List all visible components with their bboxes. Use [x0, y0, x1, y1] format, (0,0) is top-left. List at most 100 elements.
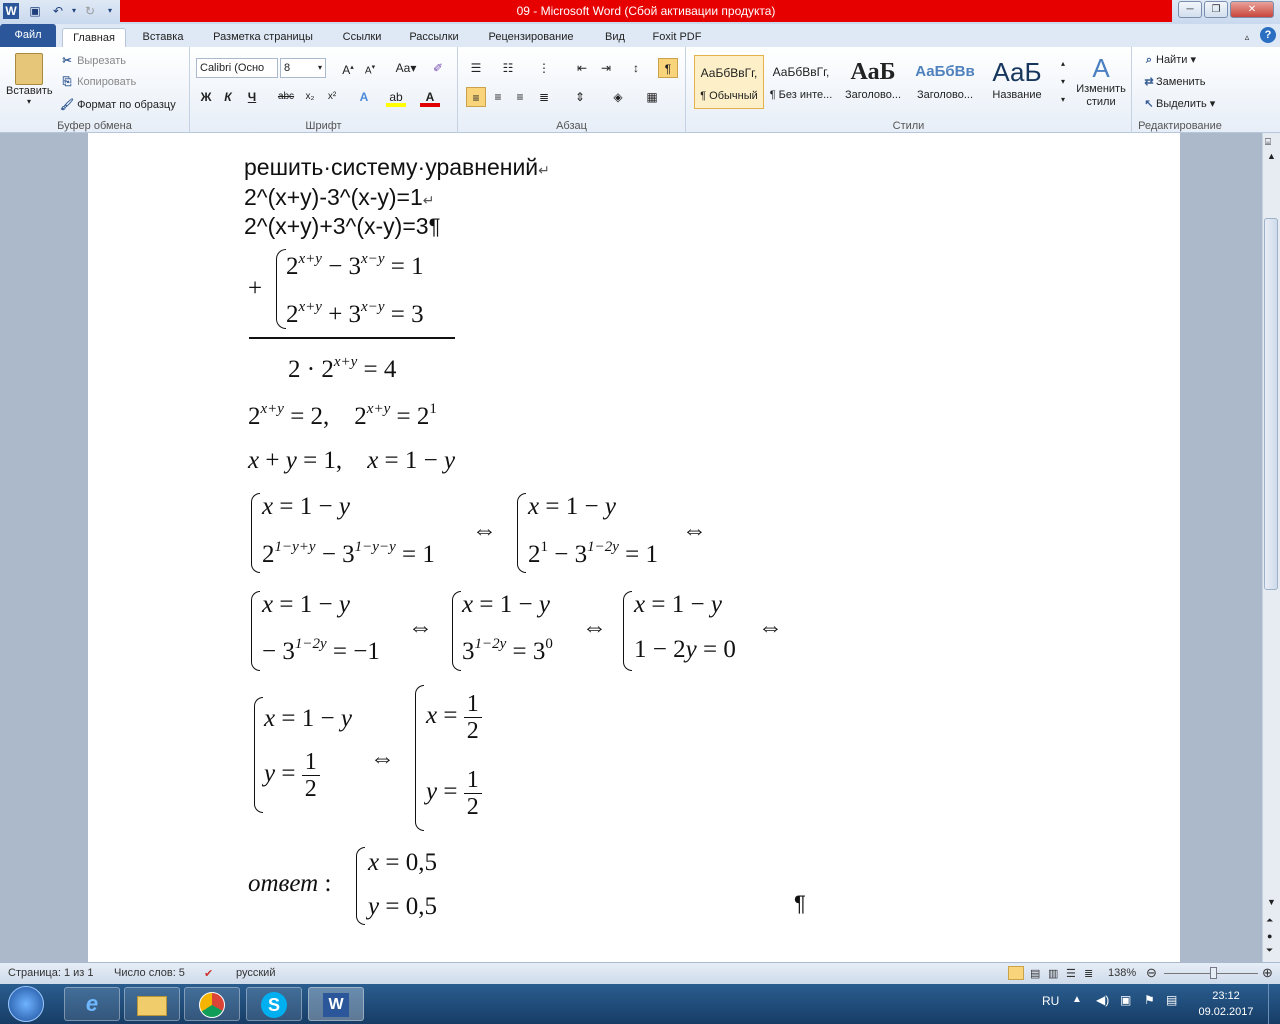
explorer-taskbar-icon[interactable]	[124, 987, 180, 1021]
style-normal[interactable]: АаБбВвГг, ¶ Обычный	[694, 55, 764, 109]
word-icon[interactable]: W	[3, 3, 19, 19]
style-heading-1[interactable]: АаБ Заголово...	[838, 55, 908, 109]
format-painter-button[interactable]: 🖌 Формат по образцу	[60, 98, 176, 111]
collapse-ribbon-icon[interactable]: ▵	[1240, 28, 1254, 47]
prev-page-icon[interactable]: ⏶	[1266, 915, 1273, 926]
find-button[interactable]: ⌕ Найти ▾	[1142, 53, 1196, 67]
document-page[interactable]: решить·систему·уравнений↵ 2^(x+y)-3^(x-y…	[88, 133, 1180, 962]
style-no-spacing[interactable]: АаБбВвГг, ¶ Без инте...	[766, 55, 836, 109]
font-color-icon[interactable]: A	[420, 87, 440, 107]
align-left-icon[interactable]: ≡	[466, 87, 486, 107]
tab-home[interactable]: Главная	[62, 28, 126, 47]
print-layout-icon[interactable]	[1008, 966, 1024, 980]
text-effects-icon[interactable]: A	[354, 87, 374, 107]
language[interactable]: русский	[236, 967, 275, 979]
shading-icon[interactable]: ◈	[608, 87, 628, 107]
style-heading-2[interactable]: АаБбВв Заголово...	[910, 55, 980, 109]
copy-button[interactable]: ⎘ Копировать	[60, 76, 137, 89]
tab-view[interactable]: Вид	[592, 28, 638, 47]
equation-2-text[interactable]: 2^(x+y)+3^(x-y)=3¶	[244, 213, 440, 240]
tab-file[interactable]: Файл	[0, 24, 56, 47]
clear-formatting-icon[interactable]: ✐	[428, 58, 448, 78]
sort-icon[interactable]: ↕	[626, 58, 646, 78]
numbering-icon[interactable]: ☷	[498, 58, 518, 78]
tab-mailings[interactable]: Рассылки	[398, 28, 470, 47]
change-styles-button[interactable]: A Изменить стили	[1074, 53, 1128, 109]
replace-button[interactable]: ⇄ Заменить	[1142, 75, 1205, 88]
clock-date[interactable]: 09.02.2017	[1196, 1006, 1256, 1018]
zoom-slider-thumb[interactable]	[1210, 967, 1217, 979]
font-size-combo[interactable]: 8 ▾	[280, 58, 326, 78]
decrease-indent-icon[interactable]: ⇤	[572, 58, 592, 78]
tab-references[interactable]: Ссылки	[332, 28, 392, 47]
borders-icon[interactable]: ▦	[642, 87, 662, 107]
align-right-icon[interactable]: ≡	[510, 87, 530, 107]
show-hidden-icons-icon[interactable]: ▲	[1072, 994, 1082, 1005]
bullets-icon[interactable]: ☰	[466, 58, 486, 78]
customize-qat-icon[interactable]: ▾	[102, 3, 118, 19]
close-button[interactable]: ✕	[1230, 1, 1274, 18]
action-center-icon[interactable]: ▤	[1166, 993, 1177, 1007]
styles-scroll-icon[interactable]: ▴ ▾ ▾	[1056, 55, 1070, 109]
font-name-combo[interactable]: Calibri (Осно	[196, 58, 278, 78]
select-button[interactable]: ↖ Выделить ▾	[1142, 97, 1215, 110]
highlight-icon[interactable]: ab	[386, 87, 406, 107]
style-title[interactable]: АаБ Название	[982, 55, 1052, 109]
save-icon[interactable]: ▣	[27, 3, 43, 19]
next-page-icon[interactable]: ⏷	[1266, 945, 1273, 956]
change-case-icon[interactable]: Aa▾	[392, 58, 420, 78]
justify-icon[interactable]: ≣	[534, 87, 554, 107]
web-layout-icon[interactable]: ▥	[1048, 967, 1058, 980]
align-center-icon[interactable]: ≡	[488, 87, 508, 107]
volume-icon[interactable]: ◀)	[1096, 993, 1109, 1007]
tab-insert[interactable]: Вставка	[132, 28, 194, 47]
draft-view-icon[interactable]: ≣	[1084, 967, 1093, 980]
network-icon[interactable]: ▣	[1120, 993, 1131, 1007]
underline-icon[interactable]: Ч	[242, 87, 262, 107]
italic-icon[interactable]: К	[218, 87, 238, 107]
flag-icon[interactable]: ⚑	[1144, 993, 1155, 1007]
zoom-in-icon[interactable]: ⊕	[1262, 965, 1273, 981]
superscript-icon[interactable]: x²	[322, 87, 342, 107]
word-taskbar-icon[interactable]: W	[308, 987, 364, 1021]
grow-font-icon[interactable]: A▴	[338, 58, 358, 78]
zoom-level[interactable]: 138%	[1108, 967, 1136, 979]
tab-review[interactable]: Рецензирование	[476, 28, 586, 47]
increase-indent-icon[interactable]: ⇥	[596, 58, 616, 78]
input-language[interactable]: RU	[1042, 994, 1059, 1008]
redo-icon[interactable]: ↻	[82, 3, 98, 19]
undo-dropdown-icon[interactable]: ▾	[66, 3, 82, 19]
undo-icon[interactable]: ↶	[50, 3, 66, 19]
multilevel-list-icon[interactable]: ⋮	[534, 58, 554, 78]
show-marks-icon[interactable]: ¶	[658, 58, 678, 78]
cut-button[interactable]: ✂ Вырезать	[60, 54, 126, 67]
page-count[interactable]: Страница: 1 из 1	[8, 967, 94, 979]
equation-1-text[interactable]: 2^(x+y)-3^(x-y)=1↵	[244, 184, 435, 211]
browse-object-icon[interactable]: ●	[1267, 931, 1272, 941]
scroll-thumb[interactable]	[1264, 218, 1278, 590]
clock-time[interactable]: 23:12	[1196, 990, 1256, 1002]
chrome-taskbar-icon[interactable]	[184, 987, 240, 1021]
help-icon[interactable]: ?	[1260, 27, 1276, 43]
full-screen-view-icon[interactable]: ▤	[1030, 967, 1040, 980]
strikethrough-icon[interactable]: abc	[276, 87, 296, 107]
scroll-down-icon[interactable]: ▼	[1267, 897, 1276, 907]
scroll-up-icon[interactable]: ▲	[1267, 151, 1276, 161]
proofing-icon[interactable]: ✔	[204, 967, 213, 980]
ruler-toggle-icon[interactable]: ⌸	[1265, 137, 1271, 148]
zoom-out-icon[interactable]: ⊖	[1146, 965, 1157, 981]
tab-foxit-pdf[interactable]: Foxit PDF	[644, 28, 710, 47]
outline-view-icon[interactable]: ☰	[1066, 967, 1076, 980]
bold-icon[interactable]: Ж	[196, 87, 216, 107]
word-count[interactable]: Число слов: 5	[114, 967, 185, 979]
ie-taskbar-icon[interactable]: e	[64, 987, 120, 1021]
maximize-button[interactable]: ❐	[1204, 1, 1228, 18]
subscript-icon[interactable]: x₂	[300, 87, 320, 107]
shrink-font-icon[interactable]: A▾	[360, 58, 380, 78]
start-button[interactable]	[8, 986, 44, 1022]
line-spacing-icon[interactable]: ⇕	[570, 87, 590, 107]
minimize-button[interactable]: ─	[1178, 1, 1202, 18]
task-text[interactable]: решить·систему·уравнений↵	[244, 154, 550, 181]
paste-button[interactable]: Вставить ▾	[6, 51, 53, 113]
show-desktop-button[interactable]	[1268, 984, 1280, 1024]
